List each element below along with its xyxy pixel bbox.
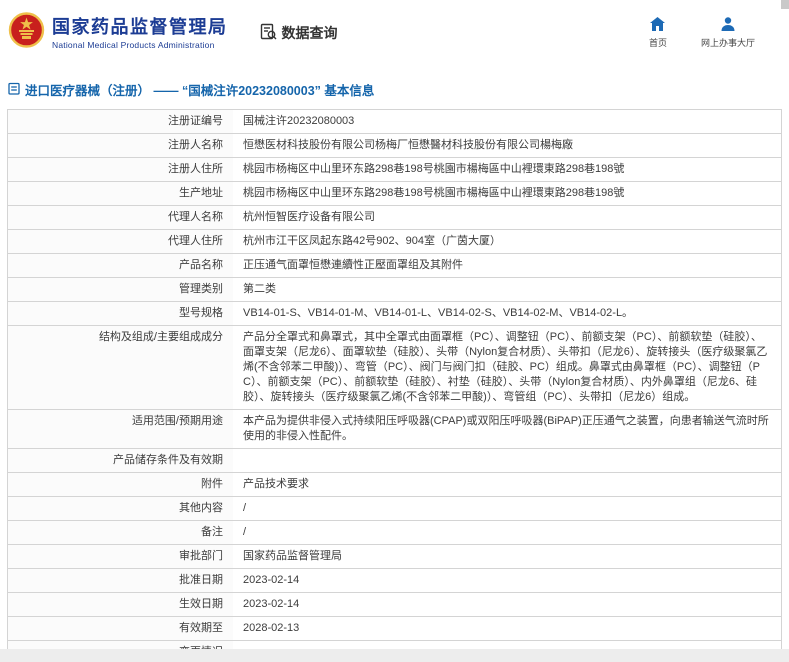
form-icon [8, 82, 20, 98]
row-value: 国家药品监督管理局 [243, 550, 342, 562]
nav-home-label: 首页 [648, 38, 667, 48]
row-label: 附件 [8, 473, 233, 496]
row-value: 杭州恒智医疗设备有限公司 [243, 211, 375, 223]
row-label: 管理类别 [8, 278, 233, 301]
row-value: 2028-02-13 [243, 622, 300, 634]
nav-service-hall-label: 网上办事大厅 [700, 38, 755, 48]
bottom-strip [0, 649, 789, 662]
nav-service-hall[interactable]: 网上办事大厅 [701, 17, 755, 49]
row-label: 注册人名称 [8, 134, 233, 157]
page-title-text: 进口医疗器械（注册） —— “国械注许20232080003” 基本信息 [25, 84, 375, 98]
row-label: 批准日期 [8, 569, 233, 592]
nav-data-query[interactable]: 数据查询 [260, 23, 338, 43]
row-value: 正压通气面罩恒懋連續性正壓面罩组及其附件 [243, 259, 463, 271]
row-value: / [243, 502, 247, 514]
row-value: / [243, 526, 247, 538]
brand-text: 国家药品监督管理局 National Medical Products Admi… [52, 16, 228, 50]
row-label: 备注 [8, 521, 233, 544]
table-row: 结构及组成/主要组成成分 产品分全罩式和鼻罩式，其中全罩式由面罩框（PC）、调整钮… [8, 326, 781, 410]
row-label: 审批部门 [8, 545, 233, 568]
data-query-icon [260, 23, 277, 43]
data-query-label: 数据查询 [281, 25, 338, 41]
table-row: 其他内容 / [8, 497, 781, 521]
org-name-cn: 国家药品监督管理局 [52, 17, 228, 37]
table-row: 生效日期 2023-02-14 [8, 593, 781, 617]
table-row: 代理人名称 杭州恒智医疗设备有限公司 [8, 206, 781, 230]
row-value: 恒懋医材科技股份有限公司杨梅厂恒懋醫材科技股份有限公司楊梅廠 [243, 139, 573, 151]
row-label: 代理人名称 [8, 206, 233, 229]
row-value: 2023-02-14 [243, 574, 300, 586]
row-label: 注册人住所 [8, 158, 233, 181]
row-label: 型号规格 [8, 302, 233, 325]
row-value: 本产品为提供非侵入式持续阳压呼吸器(CPAP)或双阳压呼吸器(BiPAP)正压通… [243, 415, 769, 442]
row-label: 注册证编号 [8, 110, 233, 133]
row-value: 产品分全罩式和鼻罩式，其中全罩式由面罩框（PC）、调整钮（PC）、前额支架（PC… [243, 331, 768, 403]
row-label: 产品名称 [8, 254, 233, 277]
row-value: 2023-02-14 [243, 598, 300, 610]
header-nav: 首页 网上办事大厅 [641, 17, 775, 49]
brand[interactable]: 国家药品监督管理局 National Medical Products Admi… [8, 10, 228, 56]
row-value: 国械注许20232080003 [243, 115, 355, 127]
row-value: VB14-01-S、VB14-01-M、VB14-01-L、VB14-02-S、… [243, 307, 634, 319]
table-row: 备注 / [8, 521, 781, 545]
row-label: 生产地址 [8, 182, 233, 205]
home-icon [650, 17, 666, 33]
row-label: 产品储存条件及有效期 [8, 449, 233, 472]
table-row: 注册证编号 国械注许20232080003 [8, 110, 781, 134]
row-label: 其他内容 [8, 497, 233, 520]
table-row: 附件 产品技术要求 [8, 473, 781, 497]
table-row: 批准日期 2023-02-14 [8, 569, 781, 593]
row-value: 桃园市杨梅区中山里环东路298巷198号桃園市楊梅區中山裡環東路298巷198號 [243, 187, 625, 199]
row-label: 适用范围/预期用途 [8, 410, 233, 448]
row-label: 有效期至 [8, 617, 233, 640]
row-label: 代理人住所 [8, 230, 233, 253]
table-row: 代理人住所 杭州市江干区凤起东路42号902、904室（广茵大厦） [8, 230, 781, 254]
scrollbar-thumb[interactable] [781, 0, 789, 9]
top-header: 国家药品监督管理局 National Medical Products Admi… [0, 0, 789, 64]
table-row: 注册人住所 桃园市杨梅区中山里环东路298巷198号桃園市楊梅區中山裡環東路298… [8, 158, 781, 182]
row-value: 产品技术要求 [243, 478, 309, 490]
row-value: 第二类 [243, 283, 276, 295]
nmpa-emblem-icon [8, 10, 45, 56]
table-row: 管理类别 第二类 [8, 278, 781, 302]
table-row: 有效期至 2028-02-13 [8, 617, 781, 641]
row-value: 杭州市江干区凤起东路42号902、904室（广茵大厦） [243, 235, 501, 247]
table-row: 注册人名称 恒懋医材科技股份有限公司杨梅厂恒懋醫材科技股份有限公司楊梅廠 [8, 134, 781, 158]
row-label: 结构及组成/主要组成成分 [8, 326, 233, 409]
table-row: 生产地址 桃园市杨梅区中山里环东路298巷198号桃園市楊梅區中山裡環東路298巷… [8, 182, 781, 206]
row-label: 生效日期 [8, 593, 233, 616]
table-row: 审批部门 国家药品监督管理局 [8, 545, 781, 569]
table-row: 产品名称 正压通气面罩恒懋連續性正壓面罩组及其附件 [8, 254, 781, 278]
row-value [233, 449, 781, 472]
info-table: 注册证编号 国械注许20232080003 注册人名称 恒懋医材科技股份有限公司杨梅厂… [7, 109, 782, 662]
person-icon [721, 17, 735, 33]
table-row: 型号规格 VB14-01-S、VB14-01-M、VB14-01-L、VB14-0… [8, 302, 781, 326]
table-row: 产品储存条件及有效期 [8, 449, 781, 473]
page: 国家药品监督管理局 National Medical Products Admi… [0, 0, 789, 662]
row-value: 桃园市杨梅区中山里环东路298巷198号桃園市楊梅區中山裡環東路298巷198號 [243, 163, 625, 175]
org-name-en: National Medical Products Administration [52, 40, 215, 50]
nav-home[interactable]: 首页 [641, 17, 675, 49]
table-row: 适用范围/预期用途 本产品为提供非侵入式持续阳压呼吸器(CPAP)或双阳压呼吸器(… [8, 410, 781, 449]
page-title: 进口医疗器械（注册） —— “国械注许20232080003” 基本信息 [8, 80, 781, 99]
